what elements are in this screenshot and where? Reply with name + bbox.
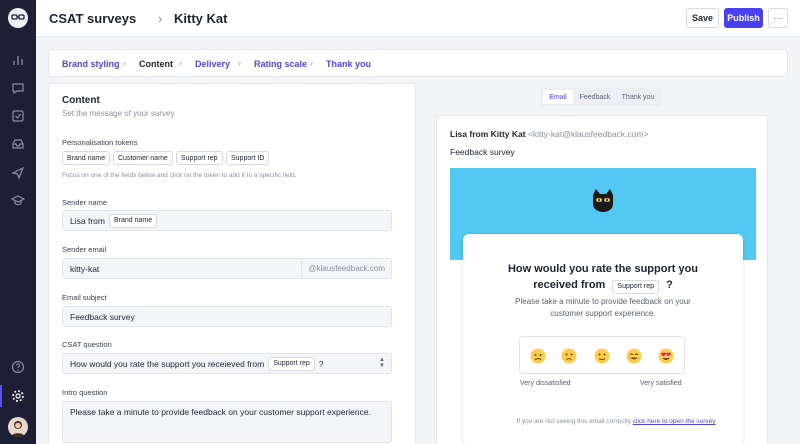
survey-question-line2: received from xyxy=(533,279,606,291)
section-title: Content xyxy=(62,95,100,106)
active-indicator xyxy=(0,385,2,407)
stats-icon[interactable] xyxy=(11,53,25,67)
settings-icon[interactable] xyxy=(11,389,25,403)
step-rating-scale[interactable]: Rating scale xyxy=(254,59,307,69)
step-content[interactable]: Content xyxy=(139,59,173,69)
csat-question-value: How would you rate the support you recei… xyxy=(70,358,265,369)
inbox-icon[interactable] xyxy=(11,137,25,151)
chevron-right-icon: › xyxy=(179,58,182,68)
sender-name-field[interactable]: Lisa from Brand name xyxy=(62,210,392,231)
survey-question-suffix: ? xyxy=(666,279,673,291)
tokens-hint: Focus on one of the fields below and cli… xyxy=(62,172,297,179)
cat-logo-icon xyxy=(593,189,613,212)
top-header: CSAT surveys › Kitty Kat Save Publish ··… xyxy=(36,0,800,37)
publish-button[interactable]: Publish xyxy=(724,8,763,28)
content-panel: Content Set the message of your survey P… xyxy=(48,83,416,444)
chat-icon[interactable] xyxy=(11,81,25,95)
breadcrumb-separator: › xyxy=(158,11,163,26)
intro-question-textarea[interactable]: Please take a minute to provide feedback… xyxy=(62,401,392,443)
sender-email-label: Sender email xyxy=(62,245,107,254)
wizard-steps: Brand styling › Content › Delivery › Rat… xyxy=(48,49,788,77)
neutral-icon[interactable] xyxy=(594,348,610,364)
tasks-icon[interactable] xyxy=(11,109,25,123)
sender-name-value: Lisa from xyxy=(70,215,105,226)
survey-subtext: Please take a minute to provide feedback… xyxy=(515,297,691,318)
select-caret-icon: ▲ ▼ xyxy=(379,357,385,369)
csat-question-label: CSAT question xyxy=(62,340,112,349)
avatar[interactable] xyxy=(8,417,28,437)
open-survey-link[interactable]: click here to open the survey xyxy=(633,418,716,425)
csat-question-select[interactable]: How would you rate the support you recei… xyxy=(62,353,392,374)
email-subject-field[interactable]: Feedback survey xyxy=(62,306,392,327)
breadcrumb-section[interactable]: CSAT surveys xyxy=(49,11,136,26)
sender-name-label: Sender name xyxy=(62,198,108,207)
very-dissatisfied-icon[interactable] xyxy=(530,348,546,364)
csat-question-token[interactable]: Support rep xyxy=(268,356,315,371)
intro-question-label: Intro question xyxy=(62,388,108,397)
email-from-address: <kitty-kat@klausfeedback.com> xyxy=(527,129,649,139)
email-subject-label: Email subject xyxy=(62,293,107,302)
chevron-right-icon: › xyxy=(310,58,313,68)
email-from-name: Lisa from Kitty Kat xyxy=(450,129,526,139)
tab-thank-you[interactable]: Thank you xyxy=(617,90,659,104)
learn-icon[interactable] xyxy=(11,194,25,208)
email-subject: Feedback survey xyxy=(450,147,515,157)
step-delivery[interactable]: Delivery xyxy=(195,59,230,69)
token-customer-name[interactable]: Customer name xyxy=(113,151,173,165)
very-satisfied-icon[interactable] xyxy=(658,348,674,364)
survey-question-line1: How would you rate the support you xyxy=(507,263,699,275)
scale-high-label: Very satisfied xyxy=(640,380,682,387)
tab-feedback[interactable]: Feedback xyxy=(575,90,615,104)
more-options-button[interactable]: ··· xyxy=(768,8,788,28)
chevron-right-icon: › xyxy=(123,58,126,68)
scale-low-label: Very dissatisfied xyxy=(520,380,571,387)
page-title: Kitty Kat xyxy=(174,11,228,26)
token-brand-name[interactable]: Brand name xyxy=(62,151,111,165)
email-preview: Lisa from Kitty Kat <kitty-kat@klausfeed… xyxy=(436,115,768,444)
save-button[interactable]: Save xyxy=(686,8,719,28)
email-domain-suffix: @klausfeedback.com xyxy=(301,259,391,278)
sender-email-value: kitty-kat xyxy=(70,263,100,274)
logo-icon[interactable] xyxy=(8,8,28,28)
step-thank-you[interactable]: Thank you xyxy=(326,59,371,69)
dissatisfied-icon[interactable] xyxy=(561,348,577,364)
section-subtitle: Set the message of your survey xyxy=(62,109,175,118)
sender-email-field[interactable]: kitty-kat @klausfeedback.com xyxy=(62,258,392,279)
token-support-id[interactable]: Support ID xyxy=(226,151,270,165)
step-brand-styling[interactable]: Brand styling xyxy=(62,59,120,69)
tab-email[interactable]: Email xyxy=(543,90,573,104)
help-icon[interactable] xyxy=(11,360,25,374)
chevron-right-icon: › xyxy=(238,58,241,68)
sender-name-token[interactable]: Brand name xyxy=(108,213,158,228)
preview-tabs: Email Feedback Thank you xyxy=(540,88,662,106)
survey-card: How would you rate the support you recei… xyxy=(463,234,743,444)
email-footer: If you are not seeing this email correct… xyxy=(463,418,769,425)
tokens-label: Personalisation tokens xyxy=(62,138,138,147)
satisfied-icon[interactable] xyxy=(626,348,642,364)
survey-question-token: Support rep xyxy=(612,280,659,294)
csat-question-suffix: ? xyxy=(318,358,324,369)
token-support-rep[interactable]: Support rep xyxy=(176,151,223,165)
footer-text: If you are not seeing this email correct… xyxy=(516,418,631,425)
send-icon[interactable] xyxy=(11,166,25,180)
survey-question: How would you rate the support you recei… xyxy=(483,261,723,294)
email-subject-value: Feedback survey xyxy=(70,311,135,322)
rating-scale xyxy=(519,336,685,374)
email-from: Lisa from Kitty Kat <kitty-kat@klausfeed… xyxy=(450,129,649,139)
left-rail xyxy=(0,0,36,444)
